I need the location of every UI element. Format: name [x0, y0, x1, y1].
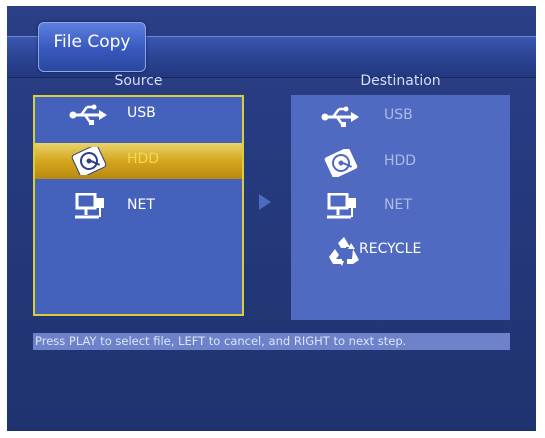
window-title: File Copy: [53, 32, 131, 52]
source-item-label: HDD: [127, 151, 160, 167]
file-copy-screen: File Copy Source Destination USB HDD NET…: [7, 6, 536, 431]
source-header: Source: [114, 73, 163, 89]
source-item-net[interactable]: NET: [35, 189, 242, 225]
hdd-icon: [69, 144, 109, 178]
destination-item-label: NET: [384, 197, 412, 213]
destination-item-label: RECYCLE: [359, 241, 422, 257]
source-item-label: USB: [127, 105, 156, 121]
destination-item-recycle[interactable]: RECYCLE: [291, 233, 510, 269]
usb-icon: [69, 101, 109, 129]
source-list: USB HDD NET: [33, 95, 244, 316]
destination-item-hdd[interactable]: HDD: [291, 145, 510, 181]
destination-header: Destination: [360, 73, 441, 89]
destination-item-usb[interactable]: USB: [291, 99, 510, 135]
recycle-icon: [327, 235, 361, 267]
source-item-label: NET: [127, 197, 155, 213]
source-item-usb[interactable]: USB: [35, 97, 242, 133]
destination-item-label: USB: [384, 107, 413, 123]
destination-list: USB HDD NET RECYCLE: [291, 95, 510, 320]
source-item-hdd[interactable]: HDD: [35, 143, 242, 179]
title-tab: File Copy: [38, 22, 146, 72]
hdd-icon: [321, 146, 361, 180]
destination-item-label: HDD: [384, 153, 417, 169]
destination-item-net[interactable]: NET: [291, 189, 510, 225]
instruction-bar: Press PLAY to select file, LEFT to cance…: [33, 333, 510, 350]
network-icon: [321, 192, 361, 221]
next-step-arrow-icon: [259, 194, 271, 210]
usb-icon: [321, 103, 361, 131]
network-icon: [69, 192, 109, 221]
